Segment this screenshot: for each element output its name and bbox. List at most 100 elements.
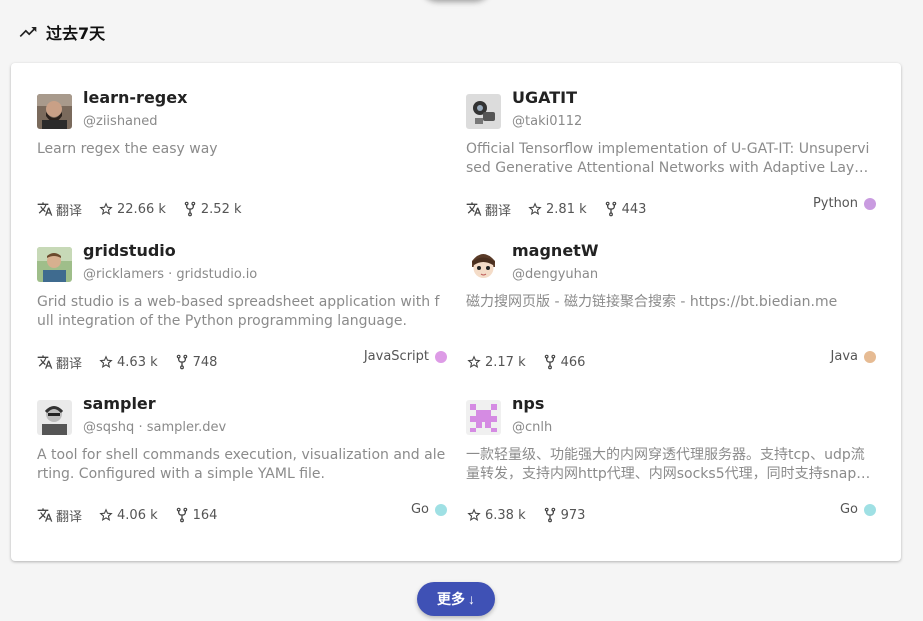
trending-up-icon (19, 27, 37, 37)
language-color-dot (864, 197, 876, 210)
repo-item[interactable]: sampler @sqshq · sampler.dev A tool for … (37, 394, 447, 550)
star-icon (528, 202, 542, 215)
more-button[interactable]: 更多 ↓ (417, 582, 495, 616)
repo-homepage-link[interactable]: sampler.dev (147, 420, 227, 435)
repo-name[interactable]: nps (512, 394, 544, 413)
repo-owner-handle[interactable]: @ziishaned (83, 114, 158, 129)
repo-owner-handle[interactable]: @dengyuhan (512, 267, 598, 282)
language-name: Go (410, 502, 429, 517)
repo-owner[interactable]: @sqshq · sampler.dev (83, 420, 226, 435)
avatar[interactable] (37, 94, 72, 129)
language-tag: Go (411, 502, 447, 517)
repo-description: Official Tensorflow implementation of U-… (466, 141, 873, 176)
fork-icon (184, 201, 196, 217)
star-icon (99, 202, 113, 215)
repo-description: Grid studio is a web-based spreadsheet a… (37, 294, 440, 329)
forks-count: 164 (174, 507, 217, 523)
repo-owner[interactable]: @taki0112 (512, 114, 582, 129)
repo-footer: 6.38 k 973 Go (466, 502, 876, 525)
translate-label: 翻译 (56, 203, 83, 219)
repo-owner-handle[interactable]: @sqshq (83, 420, 134, 435)
star-icon (467, 508, 481, 521)
avatar[interactable] (466, 400, 501, 435)
stars-count: 4.63 k (98, 354, 158, 370)
stars-count: 6.38 k (466, 507, 526, 523)
translate-icon (37, 355, 53, 369)
repo-name[interactable]: UGATIT (512, 88, 577, 107)
repo-list-card: learn-regex @ziishaned Learn regex the e… (11, 63, 901, 561)
forks-count: 973 (542, 507, 585, 523)
repo-description: A tool for shell commands execution, vis… (37, 447, 446, 482)
fork-icon (176, 507, 187, 523)
repo-owner[interactable]: @ziishaned (83, 114, 158, 129)
repo-name[interactable]: gridstudio (83, 241, 176, 260)
stars-count: 4.06 k (98, 507, 158, 523)
language-tag: Python (813, 196, 876, 211)
translate-button[interactable]: 翻译 (466, 200, 511, 219)
translate-icon (37, 508, 53, 522)
star-icon (99, 355, 113, 368)
language-name: Java (830, 349, 858, 364)
translate-button[interactable]: 翻译 (37, 353, 82, 372)
language-tag: Go (840, 502, 876, 517)
repo-owner[interactable]: @cnlh (512, 420, 552, 435)
repo-footer: 翻译 22.66 k 2.52 k (37, 199, 447, 219)
translate-button[interactable]: 翻译 (37, 506, 82, 525)
forks-count: 466 (542, 354, 585, 370)
fork-icon (605, 201, 616, 217)
repo-description: 磁力搜网页版 - 磁力链接聚合搜索 - https://bt.biedian.m… (466, 294, 838, 310)
avatar[interactable] (466, 94, 501, 129)
repo-item[interactable]: UGATIT @taki0112 Official Tensorflow imp… (466, 88, 876, 244)
repo-footer: 翻译 4.06 k 164 Go (37, 502, 447, 525)
repo-item[interactable]: learn-regex @ziishaned Learn regex the e… (37, 88, 447, 244)
repo-name[interactable]: magnetW (512, 241, 598, 260)
repo-owner[interactable]: @dengyuhan (512, 267, 598, 282)
repo-footer: 翻译 4.63 k 748 JavaScript (37, 349, 447, 372)
repo-item[interactable]: gridstudio @ricklamers · gridstudio.io G… (37, 241, 447, 397)
forks-count: 748 (174, 354, 217, 370)
more-button-label: 更多 (437, 591, 465, 607)
repo-footer: 翻译 2.81 k 443 Python (466, 196, 876, 219)
repo-footer: 2.17 k 466 Java (466, 349, 876, 372)
repo-description: 一款轻量级、功能强大的内网穿透代理服务器。支持tcp、udp流量转发，支持内网h… (466, 447, 874, 482)
fork-icon (544, 354, 555, 370)
stars-count: 2.17 k (466, 354, 526, 370)
avatar[interactable] (37, 247, 72, 282)
language-color-dot (435, 503, 447, 516)
language-tag: Java (831, 349, 876, 364)
repo-owner-handle[interactable]: @taki0112 (512, 114, 582, 129)
arrow-down-icon: ↓ (468, 591, 475, 607)
avatar[interactable] (466, 247, 501, 282)
translate-icon (466, 202, 482, 216)
language-name: Python (812, 196, 858, 211)
repo-name[interactable]: sampler (83, 394, 156, 413)
repo-item[interactable]: magnetW @dengyuhan 磁力搜网页版 - 磁力链接聚合搜索 - h… (466, 241, 876, 397)
language-color-dot (435, 350, 447, 363)
language-tag: JavaScript (364, 349, 447, 364)
translate-icon (37, 202, 53, 216)
translate-label: 翻译 (56, 509, 83, 525)
language-name: JavaScript (363, 349, 429, 364)
stars-count: 2.81 k (527, 201, 587, 217)
forks-count: 443 (603, 201, 646, 217)
fork-icon (544, 507, 555, 523)
section-header: 过去7天 (18, 20, 105, 44)
repo-name[interactable]: learn-regex (83, 88, 187, 107)
repo-description: Learn regex the easy way (37, 141, 218, 157)
star-icon (99, 508, 113, 521)
repo-owner[interactable]: @ricklamers · gridstudio.io (83, 267, 257, 282)
translate-button[interactable]: 翻译 (37, 200, 82, 219)
section-title: 过去7天 (46, 24, 106, 43)
repo-homepage-link[interactable]: gridstudio.io (176, 267, 257, 282)
forks-count: 2.52 k (182, 201, 242, 217)
language-color-dot (864, 350, 876, 363)
language-color-dot (864, 503, 876, 516)
repo-item[interactable]: nps @cnlh 一款轻量级、功能强大的内网穿透代理服务器。支持tcp、udp… (466, 394, 876, 550)
stars-count: 22.66 k (98, 201, 166, 217)
translate-label: 翻译 (485, 203, 512, 219)
repo-owner-handle[interactable]: @ricklamers (83, 267, 164, 282)
star-icon (467, 355, 481, 368)
avatar[interactable] (37, 400, 72, 435)
repo-owner-handle[interactable]: @cnlh (512, 420, 552, 435)
language-name: Go (839, 502, 858, 517)
